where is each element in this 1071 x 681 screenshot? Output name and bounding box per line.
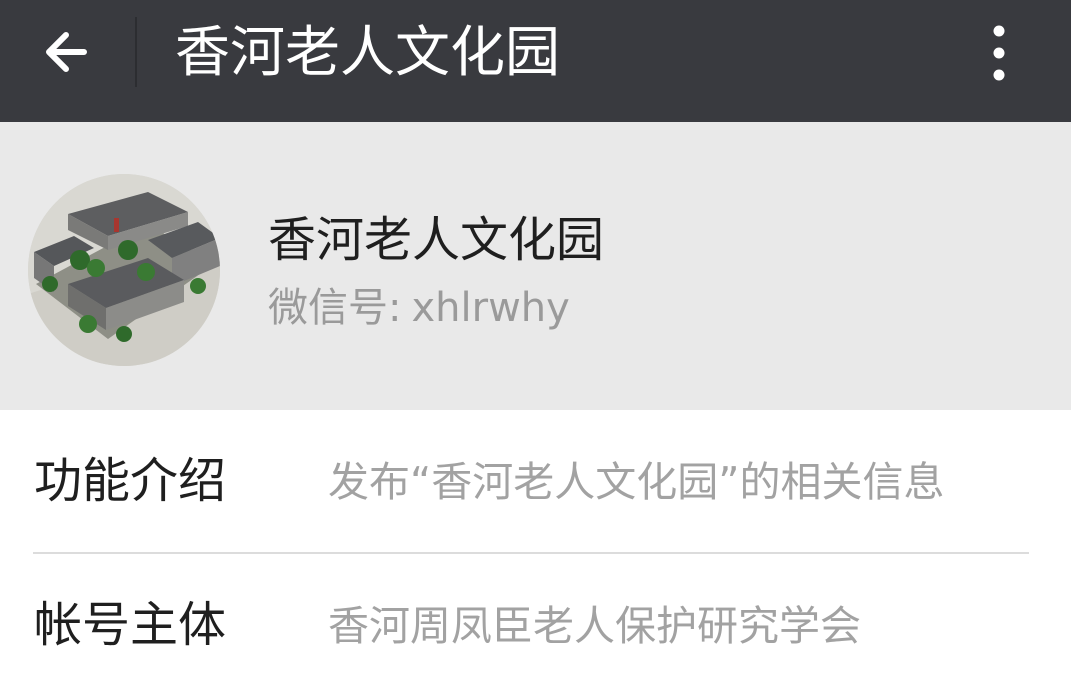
page-title: 香河老人文化园 (175, 20, 561, 84)
info-row-account-entity[interactable]: 帐号主体 香河周凤臣老人保护研究学会 (0, 556, 1071, 681)
info-row-value: 发布“香河老人文化园”的相关信息 (328, 458, 945, 506)
more-vertical-icon (993, 25, 1005, 81)
back-button[interactable] (26, 14, 106, 90)
info-row-label: 功能介绍 (34, 453, 227, 509)
account-name: 香河老人文化园 (268, 212, 605, 268)
wechat-id-label: 微信号: (268, 285, 402, 331)
arrow-left-icon (46, 32, 87, 72)
courtyard-building-icon (28, 174, 220, 366)
info-row-label: 帐号主体 (34, 597, 227, 653)
info-row-function-intro[interactable]: 功能介绍 发布“香河老人文化园”的相关信息 (0, 412, 1071, 550)
row-divider (33, 552, 1029, 554)
more-options-button[interactable] (968, 14, 1030, 90)
avatar[interactable] (28, 174, 220, 366)
info-row-value: 香河周凤臣老人保护研究学会 (328, 602, 861, 650)
header-divider (135, 17, 137, 87)
profile-header: 香河老人文化园 微信号: xhlrwhy (0, 122, 1071, 410)
account-profile-screen: 香河老人文化园 香河老人文化园 微信号: xhlrwhy 功能介绍 发布“香河老… (0, 0, 1071, 681)
wechat-id: 微信号: xhlrwhy (268, 280, 570, 336)
top-navigation-bar: 香河老人文化园 (0, 0, 1071, 122)
wechat-id-value: xhlrwhy (411, 285, 570, 331)
